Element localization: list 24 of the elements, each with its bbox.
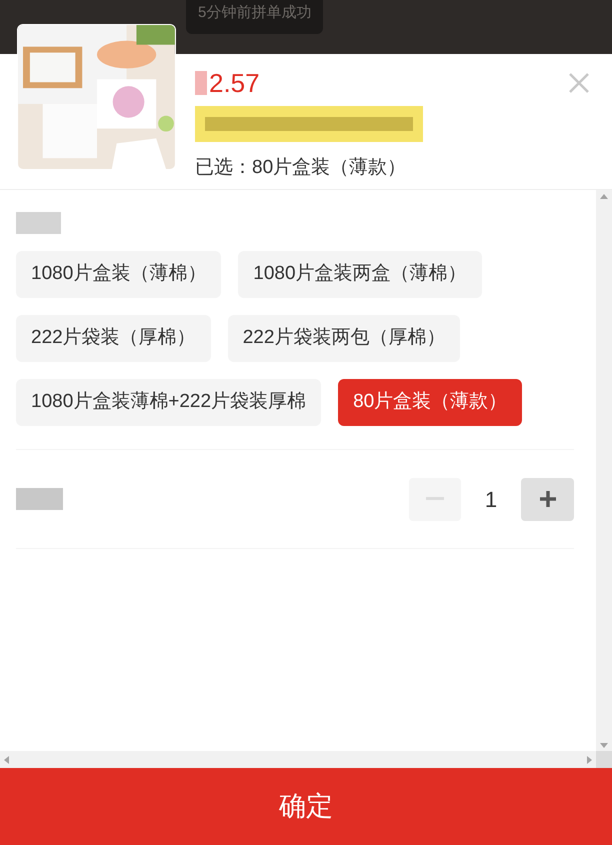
scroll-left-icon[interactable]: [4, 756, 9, 764]
increase-button[interactable]: [521, 478, 574, 520]
option-chip[interactable]: 1080片盒装（薄棉）: [16, 251, 222, 298]
option-chip[interactable]: 80片盒装（薄款）: [338, 379, 522, 426]
price-text: 2.57: [209, 70, 260, 96]
plus-icon: [538, 490, 556, 508]
scroll-up-icon[interactable]: [600, 194, 608, 199]
option-chip[interactable]: 1080片盒装薄棉+222片袋装厚棉: [16, 379, 322, 426]
toast: 5分钟前拼单成功: [186, 0, 324, 34]
close-icon: [568, 72, 590, 94]
option-chip[interactable]: 222片袋装（厚棉）: [16, 315, 211, 362]
option-chip[interactable]: 222片袋装两包（厚棉）: [228, 315, 460, 362]
scroll-right-icon[interactable]: [587, 756, 592, 764]
horizontal-scrollbar[interactable]: [0, 751, 596, 768]
pixelated-mark: [16, 212, 61, 234]
scroll-down-icon[interactable]: [600, 743, 608, 748]
selected-spec-text: 已选：80片盒装（薄款）: [195, 156, 408, 180]
pixelated-mark: [16, 488, 63, 510]
quantity-value: 1: [484, 486, 498, 514]
scrollbar-corner: [596, 751, 612, 768]
vertical-scrollbar[interactable]: [596, 190, 612, 752]
option-chip[interactable]: 1080片盒装两盒（薄棉）: [238, 251, 482, 298]
pixelated-mark: [195, 71, 207, 95]
confirm-button[interactable]: 确定: [0, 768, 612, 845]
